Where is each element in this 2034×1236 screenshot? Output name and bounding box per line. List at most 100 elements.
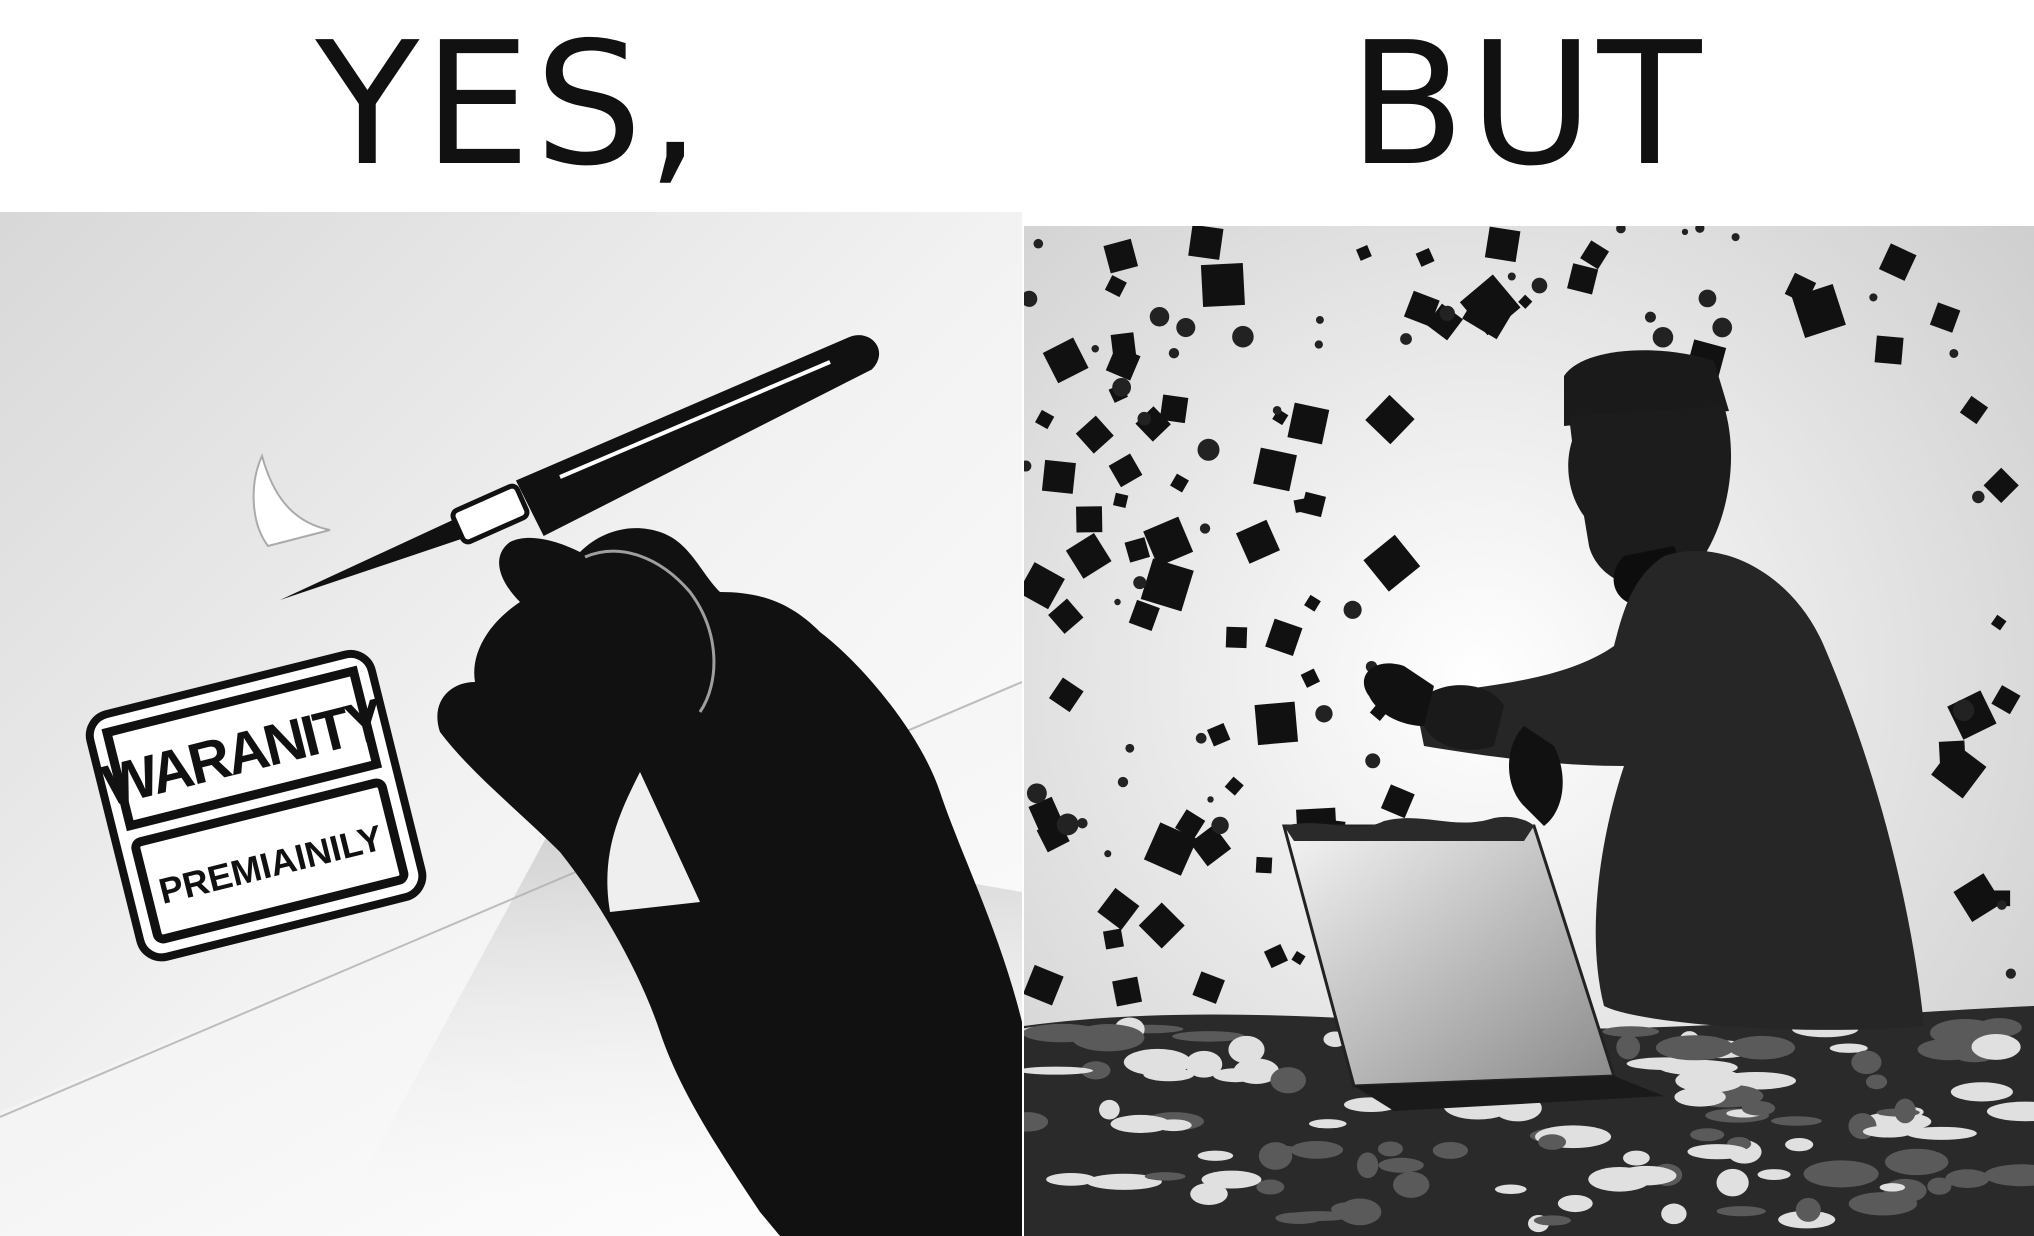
debris-fleck [1681, 228, 1689, 236]
floor-piece [1538, 1134, 1567, 1150]
debris-square [1484, 226, 1521, 263]
floor-piece [1757, 1169, 1791, 1181]
floor-piece [1377, 1141, 1403, 1157]
floor-piece [1741, 1100, 1776, 1116]
debris-square [1287, 402, 1330, 445]
debris-fleck [1091, 344, 1099, 353]
floor-piece [1151, 1050, 1179, 1067]
debris-fleck [1125, 743, 1135, 753]
floor-piece [1687, 1144, 1748, 1160]
floor-piece [1533, 1215, 1571, 1226]
left-panel-illustration: WARANITY PREMIAINILY [0, 212, 1022, 1236]
floor-piece [1728, 1035, 1796, 1060]
floor-piece [1795, 1197, 1821, 1222]
floor-piece [1716, 1206, 1766, 1217]
floor-piece [1338, 1198, 1382, 1226]
debris-fleck [1211, 816, 1229, 835]
floor-piece [1617, 1165, 1677, 1186]
floor-piece [1848, 1192, 1918, 1216]
debris-fleck [1439, 305, 1455, 322]
debris-fleck [1507, 272, 1516, 281]
caption-but: BUT [1348, 6, 1706, 204]
debris-square [1253, 447, 1297, 492]
floor-piece [1862, 1125, 1914, 1138]
floor-piece [1308, 1119, 1347, 1129]
debris-square [1225, 626, 1248, 649]
debris-fleck [1232, 325, 1254, 348]
debris-fleck [1531, 277, 1548, 294]
debris-fleck [1869, 293, 1878, 302]
debris-fleck [1644, 311, 1656, 323]
floor-piece [1971, 1034, 2021, 1060]
debris-square [1159, 394, 1189, 424]
debris-square [1200, 262, 1245, 308]
debris-fleck [1195, 732, 1207, 744]
floor-piece [1785, 1138, 1814, 1152]
floor-piece [1071, 1024, 1145, 1052]
hand-peeling-sticker-illustration: WARANITY PREMIAINILY [0, 212, 1022, 1236]
floor-piece [1258, 1142, 1293, 1170]
floor-piece [1876, 1108, 1920, 1117]
man-with-broken-laptop-illustration [1024, 226, 2034, 1236]
debris-fleck [1731, 233, 1740, 242]
floor-piece [1378, 1157, 1424, 1173]
debris-fleck [1314, 340, 1323, 349]
debris-fleck [1207, 796, 1214, 803]
floor-piece [1432, 1142, 1469, 1159]
floor-piece [1256, 1179, 1285, 1195]
floor-piece [1879, 1183, 1906, 1192]
debris-fleck [1652, 326, 1674, 348]
debris-square [1041, 459, 1076, 494]
debris-fleck [1272, 406, 1282, 415]
debris-square [1255, 856, 1273, 874]
debris-fleck [1199, 523, 1211, 534]
debris-fleck [1149, 306, 1170, 327]
floor-piece [1201, 1170, 1262, 1189]
debris-fleck [1400, 333, 1412, 345]
floor-piece [1690, 1128, 1725, 1142]
debris-fleck [1137, 411, 1152, 426]
floor-piece [1655, 1035, 1735, 1061]
debris-fleck [1176, 318, 1196, 338]
debris-fleck [1112, 377, 1132, 397]
debris-fleck [1698, 289, 1717, 308]
floor-piece [1851, 1050, 1882, 1075]
floor-piece [1716, 1168, 1749, 1197]
debris-fleck [1114, 598, 1121, 606]
debris-fleck [1315, 316, 1324, 324]
floor-piece [1185, 1050, 1223, 1078]
debris-fleck [1343, 600, 1362, 619]
debris-fleck [1077, 818, 1088, 829]
debris-fleck [1197, 438, 1220, 461]
floor-piece [1816, 1162, 1839, 1184]
floor-piece [1356, 1152, 1379, 1179]
debris-fleck [1712, 317, 1733, 338]
debris-square [1254, 701, 1299, 746]
debris-fleck [1117, 776, 1129, 788]
debris-fleck [1168, 348, 1180, 359]
floor-piece [1661, 1203, 1687, 1225]
debris-fleck [1026, 783, 1047, 804]
debris-square [1076, 506, 1103, 533]
floor-piece [1110, 1114, 1171, 1133]
floor-piece [1623, 1150, 1650, 1166]
floor-piece [1674, 1087, 1726, 1107]
debris-square [1110, 332, 1137, 358]
debris-fleck [1365, 753, 1381, 769]
debris-fleck [1949, 348, 1959, 358]
debris-fleck [2005, 968, 2016, 979]
floor-piece [1884, 1148, 1949, 1176]
floor-piece [1945, 1169, 1990, 1189]
floor-piece [1494, 1184, 1527, 1195]
debris-square [1112, 976, 1143, 1007]
floor-piece [1197, 1150, 1234, 1161]
floor-piece [1803, 1160, 1879, 1188]
debris-fleck [1133, 576, 1147, 590]
floor-piece [1228, 1035, 1265, 1064]
floor-piece [1950, 1082, 2013, 1102]
floor-piece [1393, 1171, 1430, 1198]
debris-fleck [1972, 490, 1985, 504]
floor-piece [1144, 1172, 1186, 1181]
floor-piece [1290, 1141, 1344, 1159]
debris-square [1874, 335, 1904, 365]
